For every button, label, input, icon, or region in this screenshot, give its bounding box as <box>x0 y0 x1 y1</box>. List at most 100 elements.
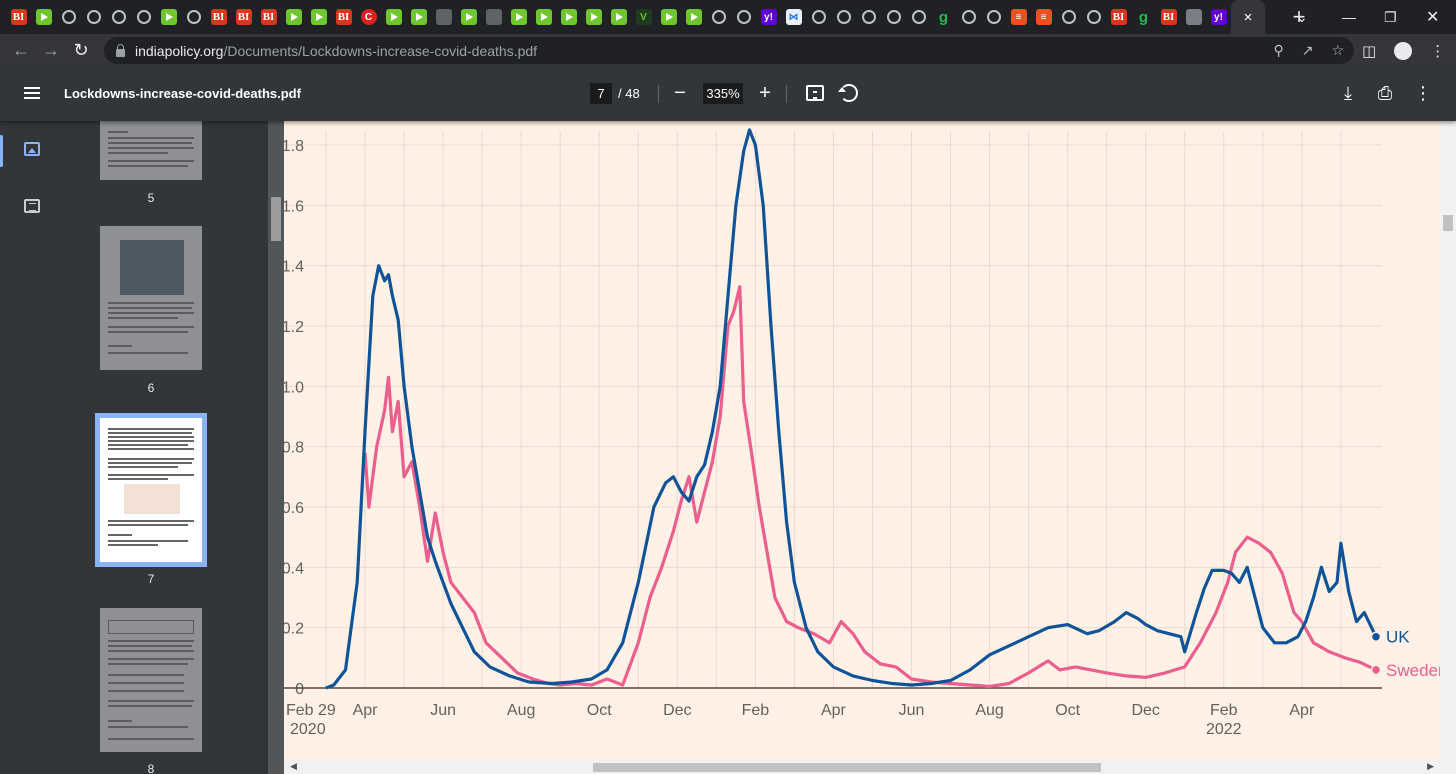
play-favicon-icon <box>460 9 477 25</box>
more-actions-icon[interactable]: ⋮ <box>1411 81 1435 105</box>
browser-tab[interactable]: g <box>1131 0 1156 34</box>
browser-tab[interactable]: BI <box>231 0 256 34</box>
o-favicon-icon: ≡ <box>1035 9 1052 25</box>
browser-tab[interactable]: ≡ <box>1031 0 1056 34</box>
page-thumbnail-6[interactable] <box>100 226 202 370</box>
scroll-right-icon[interactable]: ▶ <box>1427 761 1434 772</box>
toolbar-divider <box>658 85 659 103</box>
browser-tab[interactable] <box>706 0 731 34</box>
address-bar[interactable]: indiapolicy.org /Documents/Lockdowns-inc… <box>104 37 1354 64</box>
page-thumbnail-8[interactable] <box>100 608 202 752</box>
side-panel-icon[interactable]: ◫ <box>1362 42 1376 60</box>
browser-tab[interactable] <box>1056 0 1081 34</box>
browser-tab[interactable] <box>556 0 581 34</box>
reload-icon[interactable]: ↻ <box>66 40 96 61</box>
browser-tab[interactable] <box>1181 0 1206 34</box>
horizontal-scroll-thumb[interactable] <box>593 763 1101 772</box>
browser-tab[interactable]: BI <box>331 0 356 34</box>
browser-tab[interactable] <box>381 0 406 34</box>
zoom-out-button[interactable]: − <box>668 81 692 105</box>
rotate-icon[interactable] <box>838 84 858 102</box>
page-number-label: 6 <box>147 381 155 395</box>
active-view-indicator <box>0 135 3 167</box>
hamburger-menu-icon[interactable] <box>24 87 40 99</box>
browser-tab[interactable] <box>81 0 106 34</box>
browser-tab[interactable]: BI <box>1106 0 1131 34</box>
back-icon[interactable]: ← <box>6 40 36 61</box>
download-icon[interactable]: ⤓ <box>1336 81 1360 105</box>
browser-tab[interactable]: ⋈ <box>781 0 806 34</box>
lock-icon[interactable] <box>116 43 125 57</box>
browser-tab[interactable] <box>831 0 856 34</box>
browser-tab[interactable] <box>431 0 456 34</box>
browser-tab[interactable] <box>956 0 981 34</box>
yh-favicon-icon: y! <box>760 9 777 25</box>
zoom-level-input[interactable]: 335% <box>703 83 743 104</box>
browser-tab[interactable]: V <box>631 0 656 34</box>
profile-avatar[interactable] <box>1394 41 1413 60</box>
thumbnails-view-icon[interactable] <box>24 142 40 156</box>
browser-tab[interactable] <box>906 0 931 34</box>
browser-tab[interactable] <box>806 0 831 34</box>
browser-tab[interactable]: C <box>356 0 381 34</box>
close-window-icon[interactable]: ✕ <box>1426 0 1439 34</box>
browser-tab[interactable] <box>581 0 606 34</box>
globe-favicon-icon <box>61 10 76 24</box>
tab-list: BI BI BI BI BI C Vy! ⋈ g ≡ ≡ BI g BI y! <box>0 0 1231 34</box>
y-tick-label: 1.0 <box>284 379 304 396</box>
browser-tab[interactable] <box>306 0 331 34</box>
browser-tab[interactable]: BI <box>206 0 231 34</box>
browser-tab[interactable] <box>981 0 1006 34</box>
browser-tab[interactable] <box>106 0 131 34</box>
browser-tab[interactable] <box>31 0 56 34</box>
browser-tab[interactable] <box>156 0 181 34</box>
page-number-input[interactable]: 7 <box>590 83 612 104</box>
share-icon[interactable]: ↗ <box>1302 42 1314 59</box>
tab-search-icon[interactable]: ⌄ <box>1296 0 1308 34</box>
browser-tab[interactable]: ≡ <box>1006 0 1031 34</box>
print-icon[interactable]: ⎙ <box>1373 81 1397 105</box>
browser-tab[interactable] <box>181 0 206 34</box>
browser-tab[interactable] <box>681 0 706 34</box>
browser-tab[interactable] <box>881 0 906 34</box>
fit-to-page-icon[interactable] <box>806 85 824 101</box>
browser-tab[interactable]: BI <box>256 0 281 34</box>
close-tab-icon[interactable]: × <box>1244 9 1253 26</box>
browser-tab[interactable] <box>131 0 156 34</box>
zoom-in-button[interactable]: + <box>753 81 777 105</box>
page-thumbnail-7[interactable] <box>95 413 207 567</box>
page-thumbnail-5[interactable] <box>100 121 202 180</box>
browser-tab[interactable] <box>481 0 506 34</box>
sidebar-scrollbar[interactable] <box>268 121 284 774</box>
horizontal-scrollbar[interactable]: ◀ ▶ <box>284 760 1440 774</box>
browser-tab[interactable] <box>56 0 81 34</box>
browser-tab[interactable] <box>281 0 306 34</box>
vertical-scrollbar[interactable] <box>1440 121 1456 774</box>
browser-tab[interactable] <box>656 0 681 34</box>
browser-tab[interactable]: g <box>931 0 956 34</box>
bookmark-star-icon[interactable]: ☆ <box>1331 42 1344 59</box>
browser-tab[interactable] <box>606 0 631 34</box>
browser-tab[interactable]: y! <box>1206 0 1231 34</box>
browser-tab[interactable] <box>856 0 881 34</box>
browser-tab[interactable]: y! <box>756 0 781 34</box>
restore-icon[interactable]: ❐ <box>1384 0 1397 34</box>
pdf-viewer[interactable]: 0 0.2 0.4 0.6 0.8 1.0 1.2 1.4 1.6 1.8 Feb 29 2020 Ap… <box>268 121 1456 774</box>
x-tick-label: Apr <box>1289 702 1315 719</box>
zoom-icon[interactable]: ⚲ <box>1273 42 1283 59</box>
browser-menu-icon[interactable]: ⋮ <box>1430 42 1445 60</box>
browser-tab[interactable]: BI <box>1156 0 1181 34</box>
scroll-left-icon[interactable]: ◀ <box>290 761 297 772</box>
active-tab[interactable]: × <box>1231 0 1265 34</box>
browser-tab[interactable] <box>1081 0 1106 34</box>
browser-tab[interactable]: BI <box>6 0 31 34</box>
x-tick-label: Apr <box>353 702 379 719</box>
browser-tab[interactable] <box>731 0 756 34</box>
browser-tab[interactable] <box>531 0 556 34</box>
outline-view-icon[interactable] <box>24 199 40 213</box>
browser-tab[interactable] <box>506 0 531 34</box>
minimize-icon[interactable]: — <box>1342 0 1356 34</box>
forward-icon[interactable]: → <box>36 40 66 61</box>
browser-tab[interactable] <box>456 0 481 34</box>
browser-tab[interactable] <box>406 0 431 34</box>
